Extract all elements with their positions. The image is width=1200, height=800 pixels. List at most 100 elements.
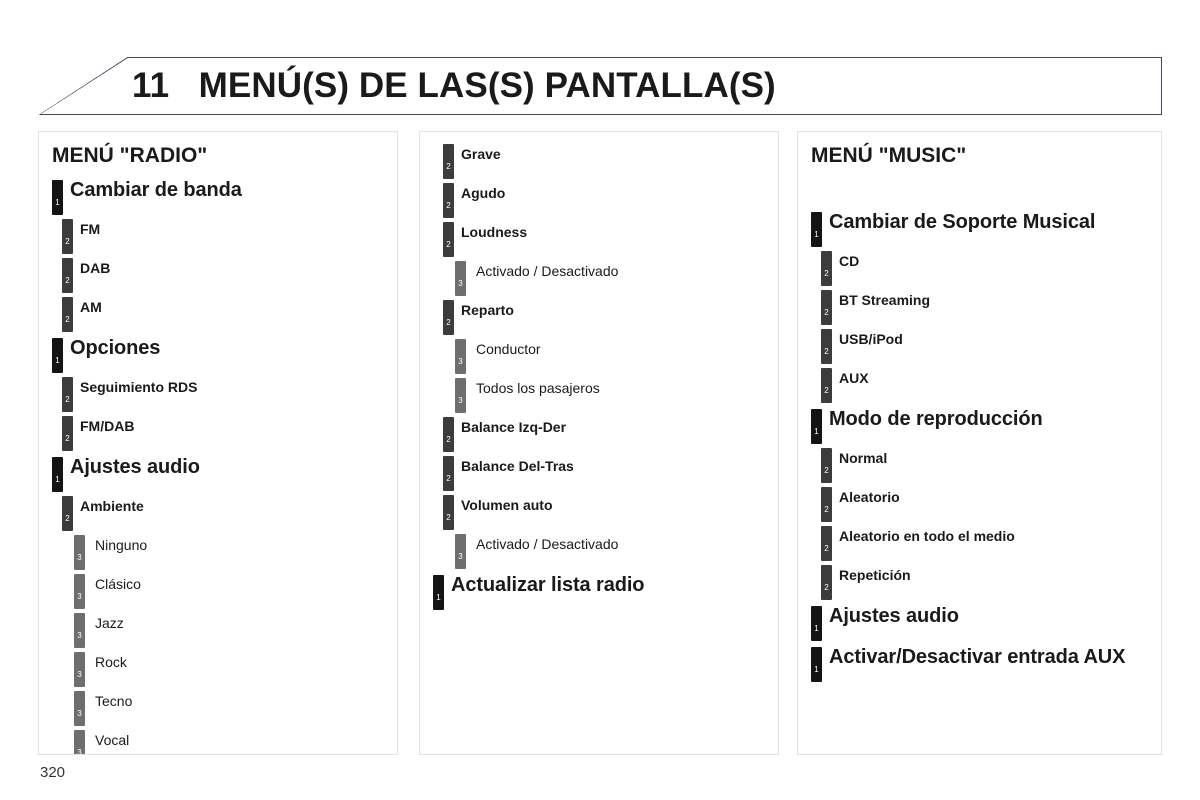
page-title: 11 MENÚ(S) DE LAS(S) PANTALLA(S) (132, 66, 776, 105)
level-marker-icon: 2 (821, 487, 832, 522)
menu-item-level-3[interactable]: 3 Activado / Desactivado (455, 534, 778, 569)
level-marker-icon: 2 (62, 297, 73, 332)
level-marker-icon: 2 (62, 258, 73, 293)
level-marker-icon: 2 (821, 251, 832, 286)
menu-item-level-3[interactable]: 3 Conductor (455, 339, 778, 374)
menu-item-label: Modo de reproducción (829, 408, 1043, 430)
menu-item-level-2[interactable]: 2 AUX (821, 368, 1161, 403)
menu-item-label: BT Streaming (839, 292, 931, 308)
menu-item-level-3[interactable]: 3 Rock (74, 652, 397, 687)
menu-item-level-3[interactable]: 3 Tecno (74, 691, 397, 726)
menu-item-level-1[interactable]: 1 Ajustes audio (52, 456, 397, 492)
menu-item-label: Clásico (95, 576, 141, 592)
menu-item-label: Todos los pasajeros (476, 380, 600, 396)
level-marker-icon: 2 (821, 290, 832, 325)
menu-item-label: Balance Del-Tras (461, 458, 574, 474)
level-marker-icon: 2 (821, 565, 832, 600)
menu-item-level-2[interactable]: 2 Normal (821, 448, 1161, 483)
menu-item-level-1[interactable]: 1 Actualizar lista radio (433, 574, 778, 610)
menu-item-level-3[interactable]: 3 Todos los pasajeros (455, 378, 778, 413)
level-marker-icon: 2 (821, 448, 832, 483)
menu-item-label: Ajustes audio (70, 456, 200, 478)
level-marker-icon: 2 (62, 377, 73, 412)
menu-item-label: Balance Izq-Der (461, 419, 567, 435)
menu-item-level-2[interactable]: 2 Aleatorio en todo el medio (821, 526, 1161, 561)
menu-item-label: Opciones (70, 337, 161, 359)
level-marker-icon: 2 (443, 183, 454, 218)
menu-item-level-3[interactable]: 3 Ninguno (74, 535, 397, 570)
level-marker-icon: 2 (821, 526, 832, 561)
menu-list-music: 1 Cambiar de Soporte Musical 2 CD 2 BT Stream… (798, 211, 1161, 682)
menu-item-label: Ninguno (95, 537, 148, 553)
menu-item-level-2[interactable]: 2 Balance Del-Tras (443, 456, 778, 491)
menu-item-level-2[interactable]: 2 AM (62, 297, 397, 332)
level-marker-icon: 1 (52, 338, 63, 373)
level-marker-icon: 3 (74, 730, 85, 754)
column-heading-radio: MENÚ "RADIO" (52, 144, 208, 167)
menu-item-label: Cambiar de banda (70, 179, 242, 201)
menu-item-label: Agudo (461, 185, 506, 201)
menu-item-level-3[interactable]: 3 Activado / Desactivado (455, 261, 778, 296)
column-heading-music: MENÚ "MUSIC" (811, 144, 967, 167)
menu-item-level-2[interactable]: 2 FM (62, 219, 397, 254)
menu-item-level-2[interactable]: 2 Repetición (821, 565, 1161, 600)
menu-item-level-2[interactable]: 2 Reparto (443, 300, 778, 335)
menu-item-label: Activar/Desactivar entrada AUX (829, 646, 1126, 668)
menu-item-level-2[interactable]: 2 Agudo (443, 183, 778, 218)
menu-item-label: Reparto (461, 302, 514, 318)
menu-item-label: Cambiar de Soporte Musical (829, 211, 1096, 233)
level-marker-icon: 1 (433, 575, 444, 610)
menu-item-level-2[interactable]: 2 DAB (62, 258, 397, 293)
menu-item-level-1[interactable]: 1 Activar/Desactivar entrada AUX (811, 646, 1161, 682)
menu-item-label: Activado / Desactivado (476, 263, 619, 279)
menu-item-level-1[interactable]: 1 Opciones (52, 337, 397, 373)
menu-item-level-1[interactable]: 1 Modo de reproducción (811, 408, 1161, 444)
level-marker-icon: 3 (74, 535, 85, 570)
menu-item-level-1[interactable]: 1 Cambiar de banda (52, 179, 397, 215)
menu-item-level-3[interactable]: 3 Clásico (74, 574, 397, 609)
menu-item-label: Repetición (839, 567, 911, 583)
menu-item-level-2[interactable]: 2 FM/DAB (62, 416, 397, 451)
menu-column-music: MENÚ "MUSIC" 1 Cambiar de Soporte Musical… (797, 131, 1162, 755)
level-marker-icon: 1 (52, 180, 63, 215)
level-marker-icon: 1 (811, 409, 822, 444)
menu-item-label: DAB (80, 260, 111, 276)
menu-item-label: Volumen auto (461, 497, 553, 513)
menu-item-label: Grave (461, 146, 501, 162)
level-marker-icon: 3 (455, 339, 466, 374)
menu-item-label: CD (839, 253, 860, 269)
level-marker-icon: 3 (74, 652, 85, 687)
menu-item-level-2[interactable]: 2 Seguimiento RDS (62, 377, 397, 412)
level-marker-icon: 1 (811, 647, 822, 682)
menu-item-level-3[interactable]: 3 Vocal (74, 730, 397, 754)
menu-item-level-2[interactable]: 2 Grave (443, 144, 778, 179)
menu-item-level-2[interactable]: 2 USB/iPod (821, 329, 1161, 364)
menu-item-label: FM (80, 221, 101, 237)
menu-item-level-2[interactable]: 2 CD (821, 251, 1161, 286)
menu-item-label: Ambiente (80, 498, 144, 514)
menu-item-level-2[interactable]: 2 Ambiente (62, 496, 397, 531)
menu-item-label: Aleatorio (839, 489, 900, 505)
level-marker-icon: 2 (62, 416, 73, 451)
level-marker-icon: 3 (455, 261, 466, 296)
menu-item-level-1[interactable]: 1 Cambiar de Soporte Musical (811, 211, 1161, 247)
menu-item-label: Loudness (461, 224, 528, 240)
level-marker-icon: 3 (74, 574, 85, 609)
menu-item-label: FM/DAB (80, 418, 135, 434)
menu-item-level-2[interactable]: 2 Loudness (443, 222, 778, 257)
menu-item-level-3[interactable]: 3 Jazz (74, 613, 397, 648)
level-marker-icon: 3 (455, 534, 466, 569)
menu-column-radio: MENÚ "RADIO" 1 Cambiar de banda 2 FM 2 DAB 2 AM… (38, 131, 398, 755)
menu-item-label: AUX (839, 370, 869, 386)
menu-item-label: Tecno (95, 693, 133, 709)
menu-item-level-2[interactable]: 2 Aleatorio (821, 487, 1161, 522)
menu-item-level-2[interactable]: 2 Balance Izq-Der (443, 417, 778, 452)
menu-item-level-1[interactable]: 1 Ajustes audio (811, 605, 1161, 641)
level-marker-icon: 1 (811, 606, 822, 641)
level-marker-icon: 2 (443, 222, 454, 257)
level-marker-icon: 3 (74, 613, 85, 648)
menu-item-level-2[interactable]: 2 Volumen auto (443, 495, 778, 530)
menu-item-label: Ajustes audio (829, 605, 959, 627)
level-marker-icon: 3 (455, 378, 466, 413)
menu-item-level-2[interactable]: 2 BT Streaming (821, 290, 1161, 325)
